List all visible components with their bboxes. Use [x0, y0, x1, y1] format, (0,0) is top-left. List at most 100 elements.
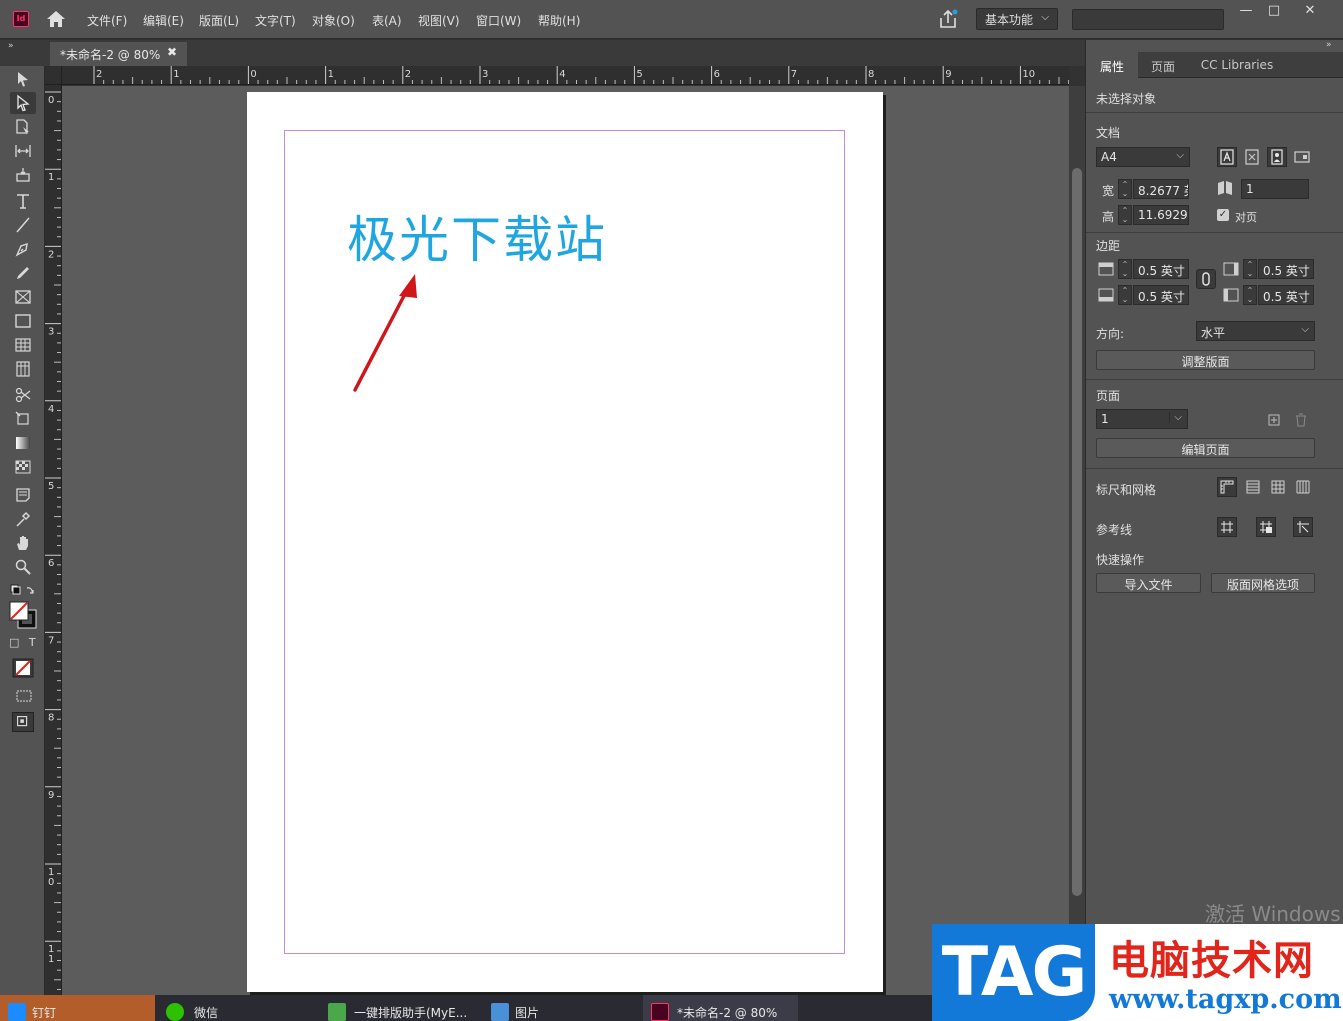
format-container-icon[interactable]: □: [9, 636, 19, 649]
format-text-icon[interactable]: T: [29, 636, 36, 649]
taskbar-item-dingtalk[interactable]: 钉钉: [0, 995, 155, 1021]
intent-web-icon[interactable]: [1242, 147, 1262, 167]
portrait-orientation-icon[interactable]: [1267, 147, 1287, 167]
smart-guides-icon[interactable]: [1293, 517, 1313, 537]
menu-window[interactable]: 窗口(W): [476, 12, 521, 29]
margin-top-stepper[interactable]: ⌃ ⌄: [1118, 259, 1132, 279]
zoom-tool-icon[interactable]: [10, 556, 36, 578]
page-size-select[interactable]: A4 ⌵: [1096, 147, 1190, 167]
hand-tool-icon[interactable]: [10, 532, 36, 554]
margin-bottom-field[interactable]: 0.5 英寸: [1133, 285, 1189, 305]
rectangle-frame-tool-icon[interactable]: [10, 286, 36, 308]
margin-bottom-stepper[interactable]: ⌃ ⌄: [1118, 285, 1132, 305]
free-transform-tool-icon[interactable]: [10, 408, 36, 430]
menu-table[interactable]: 表(A): [372, 12, 402, 29]
margin-right-icon: [1221, 259, 1241, 279]
document-page[interactable]: 极光下载站: [247, 92, 883, 992]
minimize-button[interactable]: —: [1233, 2, 1259, 22]
margin-top-field[interactable]: 0.5 英寸: [1133, 259, 1189, 279]
facing-pages-checkbox[interactable]: ✓: [1217, 209, 1229, 221]
vertical-scrollbar[interactable]: [1069, 86, 1085, 995]
vertical-ruler[interactable]: 01234567891011: [45, 85, 62, 995]
show-rulers-icon[interactable]: [1217, 477, 1237, 497]
edit-page-button[interactable]: 编辑页面: [1096, 438, 1315, 458]
document-grid-icon[interactable]: [1268, 477, 1288, 497]
taskbar-item-wechat[interactable]: 微信: [158, 995, 318, 1021]
screen-mode-icon[interactable]: [14, 688, 34, 704]
taskbar-item-photos[interactable]: 图片: [489, 995, 639, 1021]
selection-tool-icon[interactable]: [10, 68, 36, 90]
scissors-tool-icon[interactable]: [10, 384, 36, 406]
content-collector-icon[interactable]: [10, 164, 36, 186]
swap-fill-stroke-icon[interactable]: [10, 584, 36, 598]
expand-panels-icon[interactable]: »: [8, 41, 14, 51]
menu-object[interactable]: 对象(O): [312, 12, 355, 29]
landscape-orientation-icon[interactable]: [1292, 147, 1312, 167]
menu-layout[interactable]: 版面(L): [199, 12, 239, 29]
adjust-layout-button[interactable]: 调整版面: [1096, 350, 1315, 370]
menu-help[interactable]: 帮助(H): [538, 12, 580, 29]
height-stepper[interactable]: ⌃ ⌄: [1118, 205, 1132, 225]
add-page-icon[interactable]: [1264, 410, 1284, 430]
rectangle-tool-icon[interactable]: [10, 310, 36, 332]
share-icon[interactable]: [937, 8, 959, 30]
normal-view-mode-icon[interactable]: [12, 712, 34, 732]
page-tool-icon[interactable]: [10, 116, 36, 138]
layout-grid-icon[interactable]: [1293, 477, 1313, 497]
delete-page-icon[interactable]: [1291, 410, 1311, 430]
taskbar-item-myeditor[interactable]: 一键排版助手(MyE...: [326, 995, 481, 1021]
baseline-grid-icon[interactable]: [1243, 477, 1263, 497]
page-select[interactable]: 1 ⌵: [1096, 409, 1188, 429]
margin-right-field[interactable]: 0.5 英寸: [1258, 259, 1314, 279]
link-margins-icon[interactable]: [1196, 269, 1216, 289]
ruler-origin[interactable]: [45, 66, 62, 85]
pencil-tool-icon[interactable]: [10, 262, 36, 284]
lock-guides-icon[interactable]: [1256, 517, 1276, 537]
gradient-swatch-tool-icon[interactable]: [10, 432, 36, 454]
menu-view[interactable]: 视图(V): [418, 12, 460, 29]
menu-file[interactable]: 文件(F): [87, 12, 127, 29]
height-field[interactable]: 11.6929: [1133, 205, 1189, 225]
restore-button[interactable]: □: [1261, 2, 1287, 22]
close-button[interactable]: ✕: [1297, 2, 1323, 22]
width-field[interactable]: 8.2677 英: [1133, 179, 1189, 199]
formatting-toggle[interactable]: □ T: [9, 636, 39, 650]
number-of-pages-field[interactable]: 1: [1241, 179, 1309, 199]
taskbar-item-indesign[interactable]: *未命名-2 @ 80%: [643, 995, 798, 1021]
search-input[interactable]: [1072, 9, 1224, 30]
menu-type[interactable]: 文字(T): [255, 12, 296, 29]
gap-tool-icon[interactable]: [10, 140, 36, 162]
fill-stroke-swatch[interactable]: [8, 600, 40, 630]
menu-edit[interactable]: 编辑(E): [143, 12, 184, 29]
close-tab-icon[interactable]: ✖: [167, 45, 177, 59]
tab-cc-libraries[interactable]: CC Libraries: [1188, 52, 1286, 78]
intent-print-icon[interactable]: [1217, 147, 1237, 167]
collapse-panel-icon[interactable]: »: [1326, 40, 1332, 50]
document-tab[interactable]: *未命名-2 @ 80% ✖: [50, 42, 187, 66]
margin-left-field[interactable]: 0.5 英寸: [1258, 285, 1314, 305]
show-guides-icon[interactable]: [1217, 517, 1237, 537]
orientation-select[interactable]: 水平 ⌵: [1196, 321, 1315, 341]
tab-pages[interactable]: 页面: [1140, 52, 1186, 78]
type-tool-icon[interactable]: [10, 190, 36, 212]
margin-left-stepper[interactable]: ⌃ ⌄: [1243, 285, 1257, 305]
table-columns-tool-icon[interactable]: [10, 358, 36, 380]
tab-properties[interactable]: 属性: [1086, 52, 1138, 78]
margin-right-stepper[interactable]: ⌃ ⌄: [1243, 259, 1257, 279]
home-icon[interactable]: [45, 9, 67, 29]
note-tool-icon[interactable]: [10, 484, 36, 506]
layout-grid-options-button[interactable]: 版面网格选项: [1211, 573, 1315, 593]
gradient-feather-tool-icon[interactable]: [10, 456, 36, 478]
direct-selection-tool-icon[interactable]: [10, 92, 36, 114]
width-stepper[interactable]: ⌃ ⌄: [1118, 179, 1132, 199]
apply-none-icon[interactable]: [12, 658, 34, 678]
import-file-button[interactable]: 导入文件: [1096, 573, 1201, 593]
line-tool-icon[interactable]: [10, 214, 36, 236]
eyedropper-tool-icon[interactable]: [10, 508, 36, 530]
scrollbar-thumb[interactable]: [1072, 168, 1082, 896]
horizontal-ruler[interactable]: 2 1 0 1 2 3 4 5 6 7 8 9 10: [62, 66, 1069, 85]
pen-tool-icon[interactable]: [10, 238, 36, 260]
workspace-switcher[interactable]: 基本功能 ⌵: [976, 8, 1058, 30]
document-canvas[interactable]: 极光下载站: [62, 86, 1069, 995]
table-rows-tool-icon[interactable]: [10, 334, 36, 356]
